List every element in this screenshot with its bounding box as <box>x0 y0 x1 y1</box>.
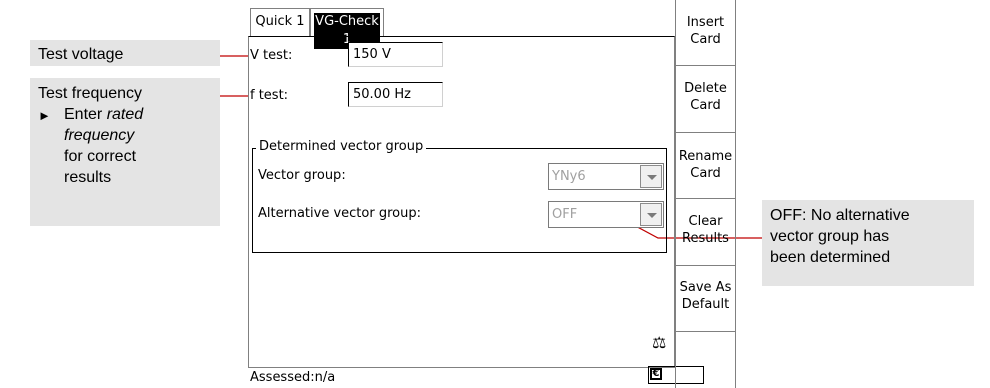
rename-card-button[interactable]: Rename Card <box>676 133 735 199</box>
clear-results-button[interactable]: Clear Results <box>676 199 735 266</box>
clear-results-line-2: Results <box>682 231 729 246</box>
alt-vector-group-value: OFF <box>552 207 578 222</box>
vector-group-label: Vector group: <box>258 168 346 183</box>
f-test-value: 50.00 Hz <box>353 87 411 102</box>
side-button-column: Insert Card Delete Card Rename Card Clea… <box>675 0 736 388</box>
clear-results-line-1: Clear <box>688 214 723 229</box>
insert-card-line-2: Card <box>690 32 721 47</box>
delete-card-button[interactable]: Delete Card <box>676 66 735 133</box>
battery-icon: € <box>650 368 662 380</box>
vector-group-select[interactable]: YNy6 <box>548 163 664 190</box>
tab-vg-check-1[interactable]: VG-Check 1 <box>310 8 384 49</box>
v-test-input[interactable]: 150 V <box>348 42 443 67</box>
insert-card-line-1: Insert <box>686 15 725 30</box>
tab-quick-1[interactable]: Quick 1 <box>250 8 310 36</box>
chevron-down-icon[interactable] <box>640 165 662 188</box>
chevron-down-icon[interactable] <box>640 203 662 226</box>
scale-icon: ⚖ <box>652 333 667 352</box>
f-test-input[interactable]: 50.00 Hz <box>348 82 443 107</box>
determined-vector-group-title: Determined vector group <box>256 139 427 154</box>
v-test-label: V test: <box>250 48 293 63</box>
assessed-status: Assessed:n/a <box>250 370 336 385</box>
delete-card-line-1: Delete <box>684 81 727 96</box>
alt-vector-group-select[interactable]: OFF <box>548 201 664 228</box>
insert-card-button[interactable]: Insert Card <box>676 0 735 66</box>
save-as-default-line-2: Default <box>681 297 730 312</box>
rename-card-line-1: Rename <box>678 149 733 164</box>
rename-card-line-2: Card <box>690 166 721 181</box>
v-test-value: 150 V <box>353 47 391 62</box>
vector-group-value: YNy6 <box>552 169 586 184</box>
save-as-default-line-1: Save As <box>679 280 732 295</box>
delete-card-line-2: Card <box>690 98 721 113</box>
f-test-label: f test: <box>250 88 289 103</box>
alt-vector-group-label: Alternative vector group: <box>258 206 421 221</box>
save-as-default-button[interactable]: Save As Default <box>676 266 735 332</box>
tab-quick-1-label: Quick 1 <box>255 14 305 29</box>
